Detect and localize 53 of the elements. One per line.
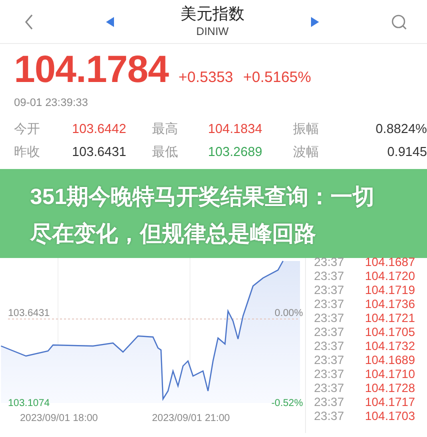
percent-change: +0.5165% <box>243 69 312 86</box>
promo-banner: 351期今晚特马开奖结果查询：一切尽在变化，但规律总是峰回路 <box>0 169 427 258</box>
axis-label: 2023/09/01 21:00 <box>152 413 230 424</box>
trade-time: 23:37 <box>314 325 344 339</box>
trade-price: 104.1736 <box>364 297 415 311</box>
axis-label: 103.6431 <box>8 308 50 319</box>
trade-time: 23:37 <box>314 255 344 269</box>
stat-value: 103.6431 <box>72 143 128 160</box>
trade-time: 23:37 <box>314 409 344 423</box>
trade-price: 104.1728 <box>364 381 415 395</box>
stat-value: 103.6442 <box>72 120 128 137</box>
trade-time: 23:37 <box>314 311 344 325</box>
trade-time: 23:37 <box>314 269 344 283</box>
quote-time: 09-01 23:39:33 <box>14 97 88 109</box>
price-change: +0.5353 <box>178 69 234 86</box>
trade-price: 104.1721 <box>364 311 415 325</box>
stat-label: 振幅 <box>293 120 320 137</box>
symbol-code: DINIW <box>196 24 229 38</box>
axis-label: 2023/09/01 18:00 <box>20 413 98 424</box>
previous-icon[interactable] <box>106 16 114 26</box>
stat-label: 最低 <box>152 143 179 160</box>
trade-price: 104.1717 <box>364 395 415 409</box>
stat-label: 昨收 <box>14 143 41 160</box>
trade-time: 23:37 <box>314 395 344 409</box>
trade-price: 104.1687 <box>364 255 415 269</box>
stat-label: 今开 <box>14 120 41 137</box>
axis-label: -0.52% <box>271 398 303 409</box>
trade-price: 104.1719 <box>364 283 415 297</box>
trade-price: 104.1703 <box>364 409 415 423</box>
axis-label: 0.00% <box>274 308 303 319</box>
search-icon[interactable] <box>391 14 407 30</box>
trade-price: 104.1732 <box>364 339 415 353</box>
back-icon[interactable] <box>24 14 34 30</box>
stat-label: 波幅 <box>293 143 320 160</box>
trade-time: 23:37 <box>314 353 344 367</box>
trade-time: 23:37 <box>314 297 344 311</box>
stat-label: 最高 <box>152 120 179 137</box>
stat-value: 0.8824% <box>374 120 427 137</box>
trade-price: 104.1720 <box>364 269 415 283</box>
stat-value: 0.9145 <box>386 143 427 160</box>
page-title: 美元指数 <box>180 4 244 24</box>
trade-time: 23:37 <box>314 283 344 297</box>
trade-time: 23:37 <box>314 339 344 353</box>
stat-value: 103.2689 <box>208 143 264 160</box>
next-icon[interactable] <box>311 16 319 26</box>
trade-price: 104.1705 <box>364 325 415 339</box>
trade-time: 23:37 <box>314 381 344 395</box>
trade-price: 104.1710 <box>364 367 415 381</box>
trade-time: 23:37 <box>314 367 344 381</box>
axis-label: 103.1074 <box>8 398 50 409</box>
trade-price: 104.1689 <box>364 353 415 367</box>
last-price: 104.1784 <box>14 48 168 93</box>
stat-value: 104.1834 <box>208 120 264 137</box>
